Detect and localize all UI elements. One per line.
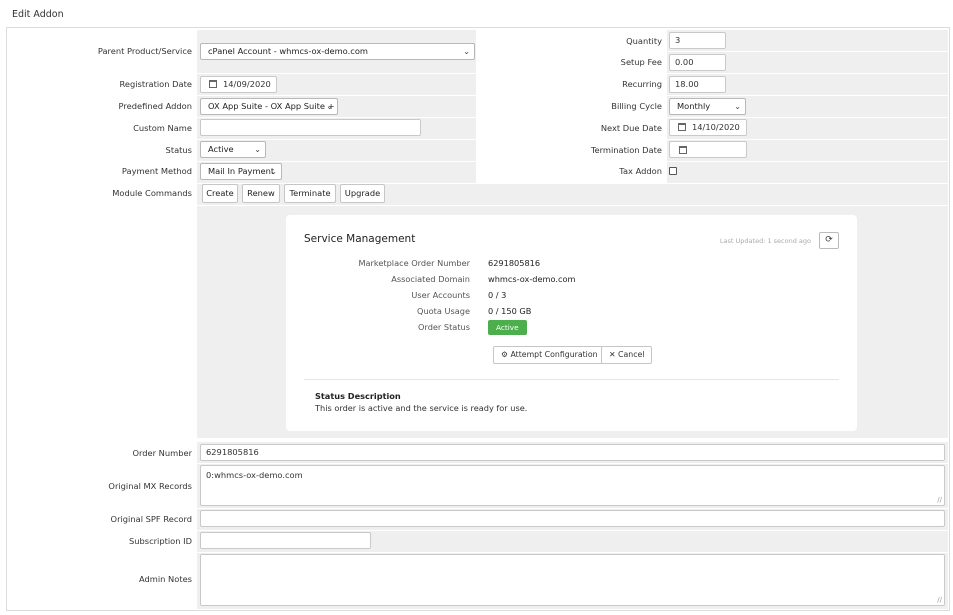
associated-domain-label: Associated Domain: [391, 274, 470, 284]
calendar-icon: [678, 123, 686, 131]
custom-name-input[interactable]: [200, 119, 421, 136]
predefined-addon-value: OX App Suite - OX App Suite + F: [208, 101, 338, 111]
quantity-input[interactable]: 3: [669, 32, 726, 49]
status-description-title: Status Description: [315, 391, 401, 401]
create-button[interactable]: Create: [202, 184, 238, 203]
status-select[interactable]: Active ⌄: [200, 141, 266, 158]
order-status-badge: Active: [488, 320, 527, 335]
original-mx-label: Original MX Records: [108, 481, 192, 491]
payment-method-select[interactable]: Mail In Payment ⌄: [200, 163, 282, 180]
chevron-down-icon: ⌄: [734, 102, 741, 111]
payment-method-value: Mail In Payment: [208, 166, 275, 176]
predefined-addon-label: Predefined Addon: [118, 101, 192, 111]
order-status-label: Order Status: [418, 322, 470, 332]
subscription-id-label: Subscription ID: [128, 536, 192, 546]
quota-usage-value: 0 / 150 GB: [488, 306, 532, 316]
order-number-label: Order Number: [132, 448, 192, 458]
refresh-icon: ⟳: [825, 235, 833, 245]
status-label: Status: [165, 145, 192, 155]
termination-date-label: Termination Date: [590, 145, 662, 155]
recurring-input[interactable]: 18.00: [669, 76, 726, 93]
termination-date-field[interactable]: [669, 141, 747, 158]
associated-domain-value: whmcs-ox-demo.com: [488, 274, 576, 284]
next-due-date-value: 14/10/2020: [692, 122, 740, 132]
tax-addon-label: Tax Addon: [619, 166, 662, 176]
chevron-down-icon: ⌄: [270, 167, 277, 176]
status-description-text: This order is active and the service is …: [315, 403, 528, 413]
billing-cycle-value: Monthly: [677, 101, 711, 111]
tax-addon-checkbox[interactable]: [669, 167, 677, 175]
parent-product-value: cPanel Account - whmcs-ox-demo.com: [208, 46, 368, 56]
status-value: Active: [208, 144, 234, 154]
resize-grip-icon[interactable]: ∕∕: [937, 596, 942, 604]
registration-date-field[interactable]: 14/09/2020: [200, 76, 277, 93]
admin-notes-textarea[interactable]: ∕∕: [200, 554, 945, 606]
setup-fee-label: Setup Fee: [620, 57, 662, 67]
terminate-button[interactable]: Terminate: [284, 184, 336, 203]
parent-product-label: Parent Product/Service: [97, 46, 192, 56]
user-accounts-value: 0 / 3: [488, 290, 507, 300]
original-mx-textarea[interactable]: 0:whmcs-ox-demo.com ∕∕: [200, 465, 945, 506]
parent-product-select[interactable]: cPanel Account - whmcs-ox-demo.com ⌄: [200, 43, 475, 60]
original-spf-input[interactable]: [200, 510, 945, 527]
original-mx-value: 0:whmcs-ox-demo.com: [206, 470, 303, 480]
resize-grip-icon[interactable]: ∕∕: [937, 496, 942, 504]
billing-cycle-select[interactable]: Monthly ⌄: [669, 98, 746, 115]
billing-cycle-label: Billing Cycle: [611, 101, 662, 111]
marketplace-order-number-value: 6291805816: [488, 258, 541, 268]
next-due-date-label: Next Due Date: [600, 123, 662, 133]
original-spf-label: Original SPF Record: [110, 514, 192, 524]
registration-date-value: 14/09/2020: [223, 79, 271, 89]
marketplace-order-number-label: Marketplace Order Number: [358, 258, 470, 268]
cancel-button[interactable]: ✕ Cancel: [601, 346, 653, 364]
custom-name-label: Custom Name: [133, 123, 192, 133]
upgrade-button[interactable]: Upgrade: [340, 184, 385, 203]
setup-fee-input[interactable]: 0.00: [669, 54, 726, 71]
close-icon: ✕: [609, 350, 616, 359]
gear-icon: ⚙: [501, 350, 508, 359]
cancel-label: Cancel: [618, 350, 645, 359]
page-title: Edit Addon: [12, 9, 64, 20]
service-management-card: Service Management Last Updated: 1 secon…: [286, 215, 857, 431]
module-commands-label: Module Commands: [112, 188, 192, 198]
user-accounts-label: User Accounts: [411, 290, 470, 300]
attempt-configuration-button[interactable]: ⚙ Attempt Configuration: [493, 346, 606, 364]
field-bg: [667, 162, 948, 183]
chevron-down-icon: ⌄: [326, 102, 333, 111]
quota-usage-label: Quota Usage: [417, 306, 470, 316]
service-management-title: Service Management: [304, 233, 416, 245]
quantity-label: Quantity: [626, 36, 662, 46]
admin-notes-label: Admin Notes: [138, 574, 192, 584]
refresh-button[interactable]: ⟳: [819, 232, 839, 249]
recurring-label: Recurring: [622, 79, 662, 89]
order-number-input[interactable]: 6291805816: [200, 444, 945, 461]
calendar-icon: [209, 80, 217, 88]
payment-method-label: Payment Method: [121, 166, 192, 176]
attempt-configuration-label: Attempt Configuration: [510, 350, 598, 359]
predefined-addon-select[interactable]: OX App Suite - OX App Suite + F ⌄: [200, 98, 338, 115]
chevron-down-icon: ⌄: [463, 47, 470, 56]
subscription-id-input[interactable]: [200, 532, 371, 549]
registration-date-label: Registration Date: [119, 79, 192, 89]
last-updated-text: Last Updated: 1 second ago: [719, 237, 811, 245]
calendar-icon: [679, 146, 687, 154]
divider: [304, 379, 839, 380]
renew-button[interactable]: Renew: [242, 184, 280, 203]
next-due-date-field[interactable]: 14/10/2020: [669, 119, 747, 136]
chevron-down-icon: ⌄: [254, 145, 261, 154]
